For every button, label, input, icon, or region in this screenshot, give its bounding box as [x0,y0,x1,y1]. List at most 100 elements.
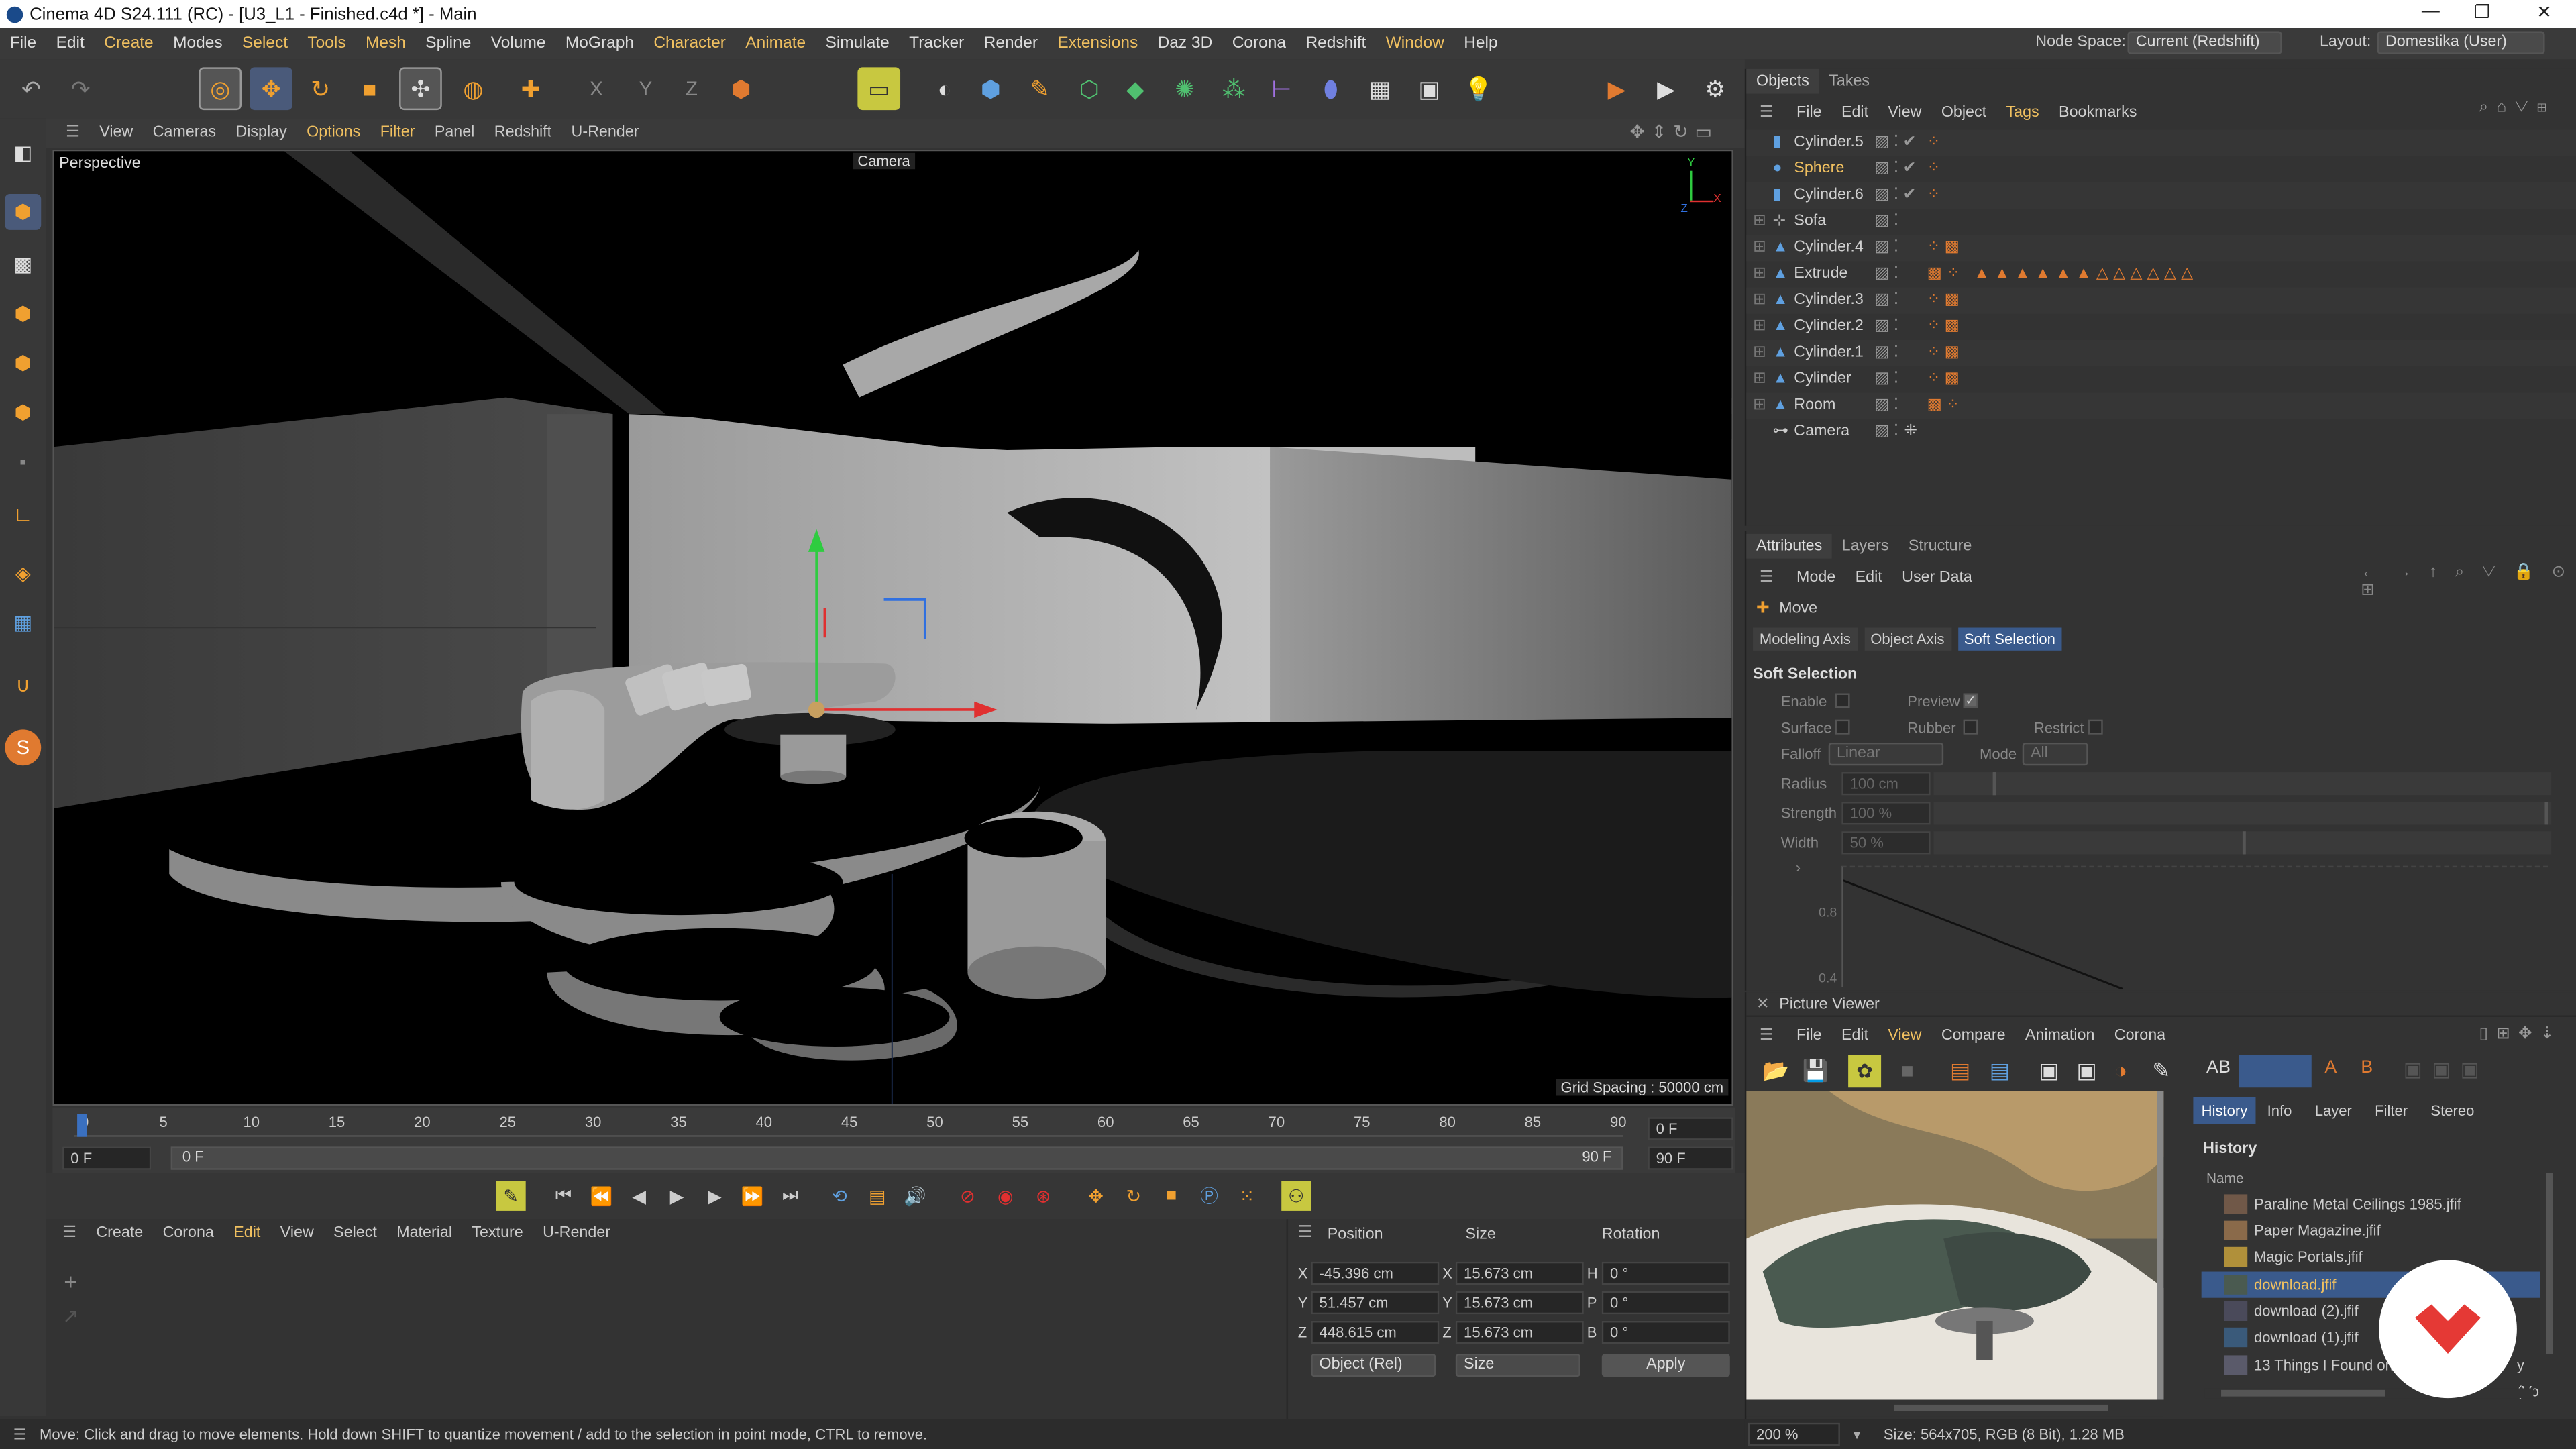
tab-filter[interactable]: Filter [2363,1097,2419,1124]
attr-menu-edit[interactable]: Edit [1845,568,1892,586]
vp-menu-redshift[interactable]: Redshift [484,118,561,148]
tag-icon[interactable]: ⁘ [1927,129,1941,156]
menu-edit[interactable]: Edit [46,28,95,60]
split-view-icon[interactable] [2239,1055,2312,1088]
z-axis-lock-icon[interactable]: Z [670,67,713,110]
rot-p-field[interactable]: 0 ° [1601,1291,1730,1315]
object-flags[interactable]: ▨ ⁚ [1874,314,1898,340]
render-to-picture-viewer-icon[interactable]: ▶ [1644,67,1687,110]
end-frame-field[interactable]: 90 F [1648,1146,1733,1170]
objects-hamburger-icon[interactable]: ☰ [1746,103,1786,121]
subtab-object-axis[interactable]: Object Axis [1864,627,1951,651]
menu-file[interactable]: File [0,28,46,60]
light-icon[interactable]: 💡 [1457,67,1500,110]
x-axis-lock-icon[interactable]: X [575,67,618,110]
zoom-dropdown-icon[interactable]: ▾ [1853,1426,1860,1444]
layout-select[interactable]: Domestika (User) [2377,31,2545,54]
expand-icon[interactable]: ⊞ [1753,314,1766,340]
material-hamburger-icon[interactable]: ☰ [52,1219,86,1248]
vp-menu-options[interactable]: Options [297,118,370,148]
snap-magnet-icon[interactable]: ∪ [5,667,41,703]
attributes-hamburger-icon[interactable]: ☰ [1746,568,1786,586]
viewport-hamburger-icon[interactable]: ☰ [56,118,89,148]
timeline-ruler[interactable]: 0 5 10 15 20 25 30 35 40 45 50 55 60 65 … [74,1114,1627,1137]
object-flags[interactable]: ▨ ⁚ [1874,261,1898,287]
obj-menu-bookmarks[interactable]: Bookmarks [2049,103,2147,121]
menu-extensions[interactable]: Extensions [1048,28,1148,60]
history-hscroll-thumb[interactable] [2221,1389,2385,1397]
object-row[interactable]: ⊞ ▲ Extrude ▨ ⁚ ▩⁘ ▲▲▲▲▲▲△△△△△△ [1746,261,2576,287]
falloff-select[interactable]: Linear [1828,742,1944,766]
copy-icon[interactable]: ▤ [1950,1058,1970,1084]
size-x-field[interactable]: 15.673 cm [1455,1261,1584,1285]
obj-menu-object[interactable]: Object [1931,103,1996,121]
render-settings-icon[interactable]: ⚙ [1694,67,1737,110]
3d-viewport[interactable]: Perspective Camera Y X Z Grid Spacing : … [52,149,1733,1106]
object-flags[interactable]: ▨ ⁚ [1874,392,1898,419]
attr-menu-userdata[interactable]: User Data [1892,568,1982,586]
object-flags[interactable]: ▨ ⁚ [1874,366,1898,392]
expand-icon[interactable]: ⊞ [1753,392,1766,419]
enable-checkbox[interactable] [1835,693,1850,708]
subtab-modeling-axis[interactable]: Modeling Axis [1753,627,1858,651]
rot-b-field[interactable]: 0 ° [1601,1320,1730,1344]
render-view-icon[interactable]: ▶ [1595,67,1638,110]
vp-menu-panel[interactable]: Panel [425,118,484,148]
pv-menu-edit[interactable]: Edit [1831,1026,1878,1044]
menu-daz3d[interactable]: Daz 3D [1148,28,1222,60]
undo-icon[interactable]: ↶ [10,67,53,110]
points-mode-icon[interactable]: ⬢ [5,296,41,332]
object-row[interactable]: ▮ Cylinder.5 ▨ ⁚ ✔ ⁘ [1746,129,2576,156]
save-image-icon[interactable]: 💾 [1803,1058,1829,1084]
menu-help[interactable]: Help [1454,28,1508,60]
set-b-icon[interactable]: B [2361,1058,2373,1077]
menu-tools[interactable]: Tools [298,28,356,60]
menu-simulate[interactable]: Simulate [816,28,900,60]
add-material-icon[interactable]: + [56,1269,85,1298]
workplane-icon[interactable]: ◈ [5,555,41,592]
redo-icon[interactable]: ↷ [59,67,102,110]
model-mode-icon[interactable]: ⬢ [5,193,42,230]
history-vscroll[interactable] [2545,1167,2555,1380]
stop-icon[interactable]: ■ [1900,1058,1913,1083]
key-rotation-icon[interactable]: ↻ [1119,1181,1148,1211]
tag-icon[interactable]: ⁘ ▩ [1927,288,1960,314]
mat-menu-texture[interactable]: Texture [462,1219,533,1248]
menu-tracker[interactable]: Tracker [899,28,974,60]
pos-z-field[interactable]: 448.615 cm [1311,1320,1440,1344]
motion-system-icon[interactable]: ⚇ [1281,1181,1311,1211]
polygons-mode-icon[interactable]: ⬢ [5,394,41,431]
tag-icon[interactable]: ⁘ ▩ [1927,366,1960,392]
size-mode-select[interactable]: Size [1455,1353,1580,1377]
ab-compare-icon[interactable]: ◑ [2114,1058,2127,1083]
tag-icon[interactable]: ⁘ ▩ [1927,340,1960,366]
radius-slider[interactable] [1933,772,2552,796]
tab-stereo[interactable]: Stereo [2419,1097,2485,1124]
close-button[interactable]: ✕ [2536,1,2552,23]
expand-icon[interactable]: ⊞ [1753,261,1766,287]
next-key-icon[interactable]: ⏩ [738,1181,767,1211]
play-icon[interactable]: ▶ [662,1181,692,1211]
tab-layers[interactable]: Layers [1832,534,1898,559]
pv-hamburger-icon[interactable]: ☰ [1746,1026,1786,1044]
previous-frame-icon[interactable]: ◀ [625,1181,654,1211]
status-hamburger-icon[interactable]: ☰ [0,1419,40,1449]
uv-mode-icon[interactable]: ▪ [5,443,41,480]
attr-menu-mode[interactable]: Mode [1786,568,1845,586]
tab-structure[interactable]: Structure [1898,534,1982,559]
radius-field[interactable]: 100 cm [1841,772,1931,796]
history-item[interactable]: Magic Portals.jfif [2202,1244,2540,1270]
subdivision-icon[interactable]: ⬡ [1068,67,1111,110]
maximize-button[interactable]: ❐ [2474,1,2490,23]
surface-checkbox[interactable] [1835,719,1850,735]
name-column-header[interactable]: Name [2206,1170,2244,1186]
menu-corona[interactable]: Corona [1222,28,1296,60]
expand-icon[interactable]: ⊞ [1753,209,1766,235]
tag-icon[interactable]: ⁘ ▩ [1927,235,1960,261]
menu-spline[interactable]: Spline [416,28,482,60]
playhead[interactable] [77,1114,87,1137]
coords-hamburger-icon[interactable]: ☰ [1298,1224,1313,1242]
cloner-icon[interactable]: ✺ [1163,67,1206,110]
tab-takes[interactable]: Takes [1819,69,1880,94]
live-selection-icon[interactable]: ◎ [199,67,242,111]
